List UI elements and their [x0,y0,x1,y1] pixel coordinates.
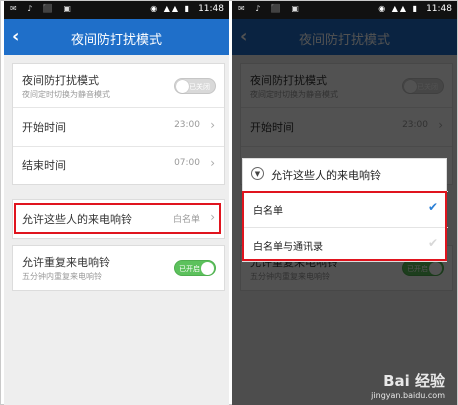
app-bar: ‹ 夜间防打扰模式 [4,19,229,55]
status-bar: ✉ ♪ ⬛ ▣ ◉ ▲▲ ▮ 11:48 [4,1,229,19]
status-time: 11:48 [426,4,452,14]
repeat-ring-toggle[interactable]: 已开启 [174,260,216,276]
settings-screen: ✉ ♪ ⬛ ▣ ◉ ▲▲ ▮ 11:48 ‹ 夜间防打扰模式 夜间防打扰模式 夜… [4,1,229,405]
end-time-value: 07:00 [174,158,200,168]
watermark: Bai 经验 jingyan.baidu.com [371,370,445,400]
toggle-knob [201,262,214,275]
dialog-title: 允许这些人的来电响铃 [271,169,381,182]
night-mode-row[interactable]: 夜间防打扰模式 夜间定时切换为静音模式 已关闭 [13,64,224,108]
highlight-box [242,191,447,261]
repeat-ring-card: 允许重复来电响铃 五分钟内重复来电响铃 已开启 [12,245,225,291]
chevron-right-icon: › [210,156,215,170]
screenshot-root: ✉ ♪ ⬛ ▣ ◉ ▲▲ ▮ 11:48 ‹ 夜间防打扰模式 夜间防打扰模式 夜… [0,0,458,405]
start-time-row[interactable]: 开始时间 23:00 › [13,108,224,147]
dialog-header: ▼ 允许这些人的来电响铃 [243,159,448,189]
toggle-text: 已关闭 [189,83,210,91]
settings-screen-with-dialog: ✉ ♪ ⬛ ▣ ◉ ▲▲ ▮ 11:48 ‹ 夜间防打扰模式 夜间防打扰模式 夜… [232,1,457,405]
night-mode-toggle[interactable]: 已关闭 [174,78,216,94]
chevron-down-circle-icon: ▼ [251,167,264,180]
watermark-brand: Bai 经验 [383,372,445,390]
time-settings-card: 夜间防打扰模式 夜间定时切换为静音模式 已关闭 开始时间 23:00 › 结束时… [12,63,225,185]
status-bar: ✉ ♪ ⬛ ▣ ◉ ▲▲ ▮ 11:48 [232,1,457,19]
toggle-knob [176,80,189,93]
watermark-url: jingyan.baidu.com [371,391,445,400]
night-mode-label: 夜间防打扰模式 [22,74,99,87]
status-time: 11:48 [198,4,224,14]
night-mode-sub: 夜间定时切换为静音模式 [22,90,110,99]
chevron-right-icon: › [210,118,215,132]
start-time-value: 23:00 [174,120,200,130]
end-time-row[interactable]: 结束时间 07:00 › [13,147,224,184]
end-time-label: 结束时间 [22,159,66,172]
repeat-ring-label: 允许重复来电响铃 [22,256,110,269]
status-left-icons: ✉ ♪ ⬛ ▣ [10,4,75,13]
repeat-ring-row[interactable]: 允许重复来电响铃 五分钟内重复来电响铃 已开启 [13,246,224,290]
start-time-label: 开始时间 [22,121,66,134]
page-title: 夜间防打扰模式 [70,33,162,48]
toggle-text: 已开启 [179,265,200,273]
repeat-ring-sub: 五分钟内重复来电响铃 [22,272,102,281]
status-signal-icons: ◉ ▲▲ ▮ [378,4,419,13]
highlight-box [14,203,221,234]
status-signal-icons: ◉ ▲▲ ▮ [150,4,191,13]
status-left-icons: ✉ ♪ ⬛ ▣ [238,4,303,13]
